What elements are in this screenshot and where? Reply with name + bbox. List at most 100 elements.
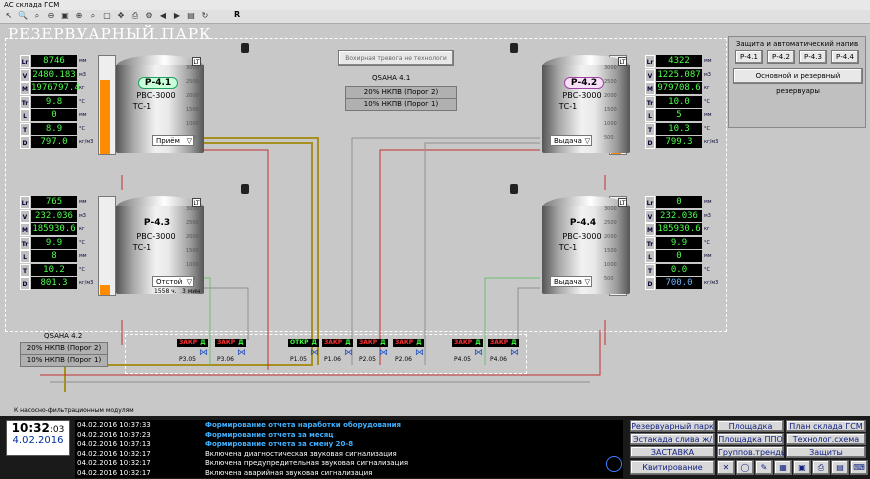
param-unit: °С (704, 239, 710, 246)
tank-name[interactable]: Р-4.4 (564, 218, 602, 228)
tank-name[interactable]: Р-4.3 (138, 218, 176, 228)
nav-button[interactable]: Резервуарный парк (630, 420, 715, 432)
tank-mode-select[interactable]: Выдача ▽ (550, 276, 592, 287)
acknowledge-button[interactable]: Квитирование (630, 460, 715, 475)
valve-icon[interactable]: ⋈ (474, 348, 483, 358)
keyboard-icon[interactable]: ⌨ (850, 460, 868, 475)
valve-р4-05[interactable]: ЗАКР Д ⋈ Р4.05 (452, 339, 486, 367)
edit-icon[interactable]: ✎ (755, 460, 773, 475)
valve-icon[interactable]: ⋈ (379, 348, 388, 358)
chevron-down-icon[interactable]: ▽ (585, 136, 590, 146)
nav-button[interactable]: ЗАСТАВКА (630, 446, 715, 458)
log-row[interactable]: 04.02.2016 10:32:17 Включена предупредите… (75, 459, 623, 468)
nav-button[interactable]: Эстакада слива ж/д (630, 433, 715, 455)
valve-icon[interactable]: ⋈ (199, 348, 208, 358)
param-value: 9.9 (31, 236, 77, 249)
sensor-icon[interactable] (510, 43, 518, 53)
tank-mode-select[interactable]: Выдача ▽ (550, 135, 592, 146)
valve-р1-05[interactable]: ОТКР Д ⋈ Р1.05 (288, 339, 322, 367)
nav-button[interactable]: Технолог.схема (786, 433, 866, 445)
settling-time: 1558 ч. (154, 288, 177, 295)
tank-name[interactable]: Р-4.2 (564, 77, 604, 89)
valve-р4-06[interactable]: ЗАКР Д ⋈ Р4.06 (488, 339, 522, 367)
param-label: L (645, 109, 655, 122)
circle-icon[interactable]: ◯ (736, 460, 754, 475)
main-reserve-tanks-button[interactable]: Основной и резервный резервуары (733, 68, 863, 95)
valve-mode: Д (380, 339, 386, 346)
log-row[interactable]: 04.02.2016 10:32:17 Включена аварийная зв… (75, 469, 623, 478)
valve-name: Р3.06 (217, 356, 234, 363)
print-icon[interactable]: ⎙ (812, 460, 830, 475)
param-unit: °С (79, 266, 85, 273)
param-label: Lr (645, 55, 655, 68)
param-label: L (645, 250, 655, 263)
level-transmitter-icon[interactable]: LT (618, 198, 627, 207)
chart-icon[interactable]: ▤ (831, 460, 849, 475)
scale-tick: 1500 (604, 248, 617, 254)
valve-icon[interactable]: ⋈ (344, 348, 353, 358)
pipe-yellow (185, 137, 319, 365)
nav-button[interactable]: Площадка ППО (717, 433, 784, 445)
valve-icon[interactable]: ⋈ (510, 348, 519, 358)
valve-name: Р2.06 (395, 356, 412, 363)
chevron-down-icon[interactable]: ▽ (585, 277, 590, 287)
nav-button[interactable]: Группов.тренды (717, 446, 787, 458)
scale-tick: 3000 (604, 206, 617, 212)
param-row: M 185930.6 кг (20, 223, 95, 236)
nav-button[interactable]: Площадка НФМ (717, 420, 784, 442)
level-transmitter-icon[interactable]: LT (192, 57, 201, 66)
nav-button[interactable]: Защиты (786, 446, 866, 458)
param-unit: мм (79, 58, 87, 64)
protect-p43-button[interactable]: Р-4.3 (799, 50, 827, 64)
sensor-icon[interactable] (241, 184, 249, 194)
tank-fuel-type: ТС-1 (558, 243, 578, 252)
sensor-icon[interactable] (241, 43, 249, 53)
level-transmitter-icon[interactable]: LT (618, 57, 627, 66)
grid-icon[interactable]: ▦ (774, 460, 792, 475)
pump-module-label: К насосно-фильтрационным модулям (14, 407, 134, 414)
param-label: T (20, 122, 30, 136)
valve-р1-06[interactable]: ЗАКР Д ⋈ Р1.06 (322, 339, 356, 367)
log-row[interactable]: 04.02.2016 10:32:17 Включена диагностичес… (75, 450, 623, 459)
valve-mode: Д (311, 339, 317, 346)
scale-tick: 500 (604, 276, 614, 282)
valve-р3-05[interactable]: ЗАКР Д ⋈ Р3.05 (177, 339, 211, 367)
log-row[interactable]: 04.02.2016 10:37:33 Формирование отчета н… (75, 421, 623, 430)
param-row: V 1225.087 м3 (645, 68, 720, 82)
tank-mode-select[interactable]: Отстой ▽ (152, 276, 194, 287)
valve-р3-06[interactable]: ЗАКР Д ⋈ Р3.06 (215, 339, 249, 367)
log-row[interactable]: 04.02.2016 10:37:13 Формирование отчета з… (75, 440, 623, 449)
close-icon[interactable]: ✕ (717, 460, 735, 475)
valve-icon[interactable]: ⋈ (310, 348, 319, 358)
valve-р2-05[interactable]: ЗАКР Д ⋈ Р2.05 (357, 339, 391, 367)
sensor-icon[interactable] (510, 184, 518, 194)
tank-mode-select[interactable]: Приём ▽ (152, 135, 194, 146)
param-value: 232.036 (656, 209, 702, 222)
valve-р2-06[interactable]: ЗАКР Д ⋈ Р2.06 (393, 339, 427, 367)
nav-button[interactable]: План склада ГСМ (786, 420, 866, 432)
valve-icon[interactable]: ⋈ (415, 348, 424, 358)
valve-icon[interactable]: ⋈ (237, 348, 246, 358)
param-label: V (20, 68, 30, 82)
param-label: Tr (20, 236, 30, 250)
chevron-down-icon[interactable]: ▽ (187, 277, 192, 287)
alarm-message-box[interactable]: Вохирная тревога не технологи (338, 50, 454, 66)
event-log[interactable]: 04.02.2016 10:37:33 Формирование отчета н… (75, 420, 623, 478)
param-unit: м3 (704, 71, 711, 78)
param-unit: мм (704, 199, 712, 205)
log-row[interactable]: 04.02.2016 10:37:23 Формирование отчета з… (75, 431, 623, 440)
qsaha-bottom-threshold-1: 10% НКПВ (Порог 1) (20, 354, 108, 367)
protect-p44-button[interactable]: Р-4.4 (831, 50, 859, 64)
chevron-down-icon[interactable]: ▽ (187, 136, 192, 146)
level-transmitter-icon[interactable]: LT (192, 198, 201, 207)
protect-p41-button[interactable]: Р-4.1 (735, 50, 763, 64)
tank-name[interactable]: Р-4.1 (138, 77, 178, 89)
valve-status-badge: ЗАКР Д (452, 339, 483, 347)
camera-icon[interactable]: ▣ (793, 460, 811, 475)
log-timestamp: 04.02.2016 10:37:13 (77, 440, 151, 448)
scale-tick: 500 (604, 135, 614, 141)
protect-p42-button[interactable]: Р-4.2 (767, 50, 795, 64)
param-row: L 8 мм (20, 250, 95, 263)
param-unit: кг/м3 (79, 139, 94, 145)
log-timestamp: 04.02.2016 10:32:17 (77, 459, 151, 467)
